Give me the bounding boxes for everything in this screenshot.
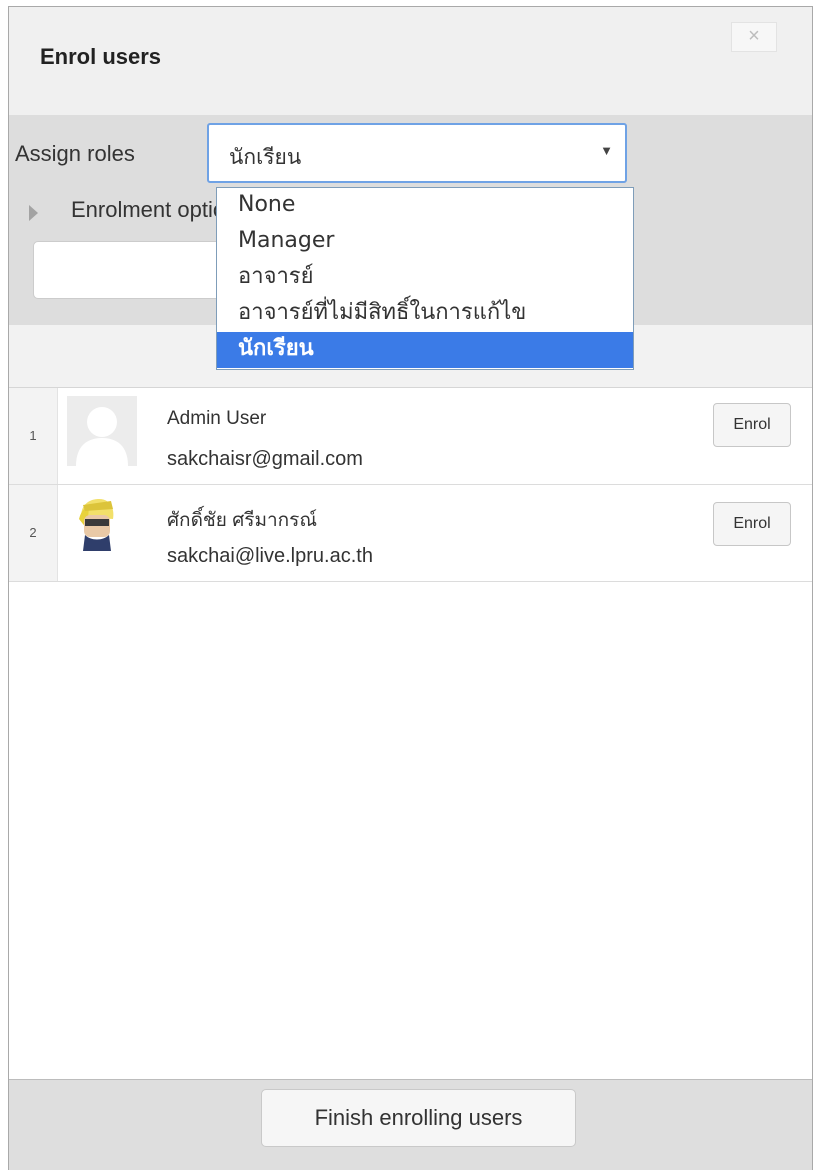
default-user-icon — [67, 396, 137, 466]
close-icon: × — [748, 25, 760, 47]
avatar — [71, 495, 123, 555]
row-number: 1 — [9, 388, 58, 484]
cartoon-avatar-icon — [79, 499, 114, 551]
enrol-button[interactable]: Enrol — [713, 502, 791, 546]
role-option-teacher[interactable]: อาจารย์ — [217, 260, 633, 296]
role-option-student[interactable]: นักเรียน — [217, 332, 633, 368]
role-option-non-editing-teacher[interactable]: อาจารย์ที่ไม่มีสิทธิ์ในการแก้ไข — [217, 296, 633, 332]
user-row: 2 ศักดิ์ชัย ศรีมากรณ์ sakchai@live.lpru.… — [9, 485, 812, 582]
avatar — [67, 396, 137, 466]
role-option-manager[interactable]: Manager — [217, 224, 633, 260]
user-name: ศักดิ์ชัย ศรีมากรณ์ — [167, 510, 318, 531]
assign-roles-label: Assign roles — [15, 141, 135, 166]
dialog-footer: Finish enrolling users — [9, 1079, 812, 1170]
finish-enrolling-button[interactable]: Finish enrolling users — [261, 1089, 576, 1147]
enrol-button[interactable]: Enrol — [713, 403, 791, 447]
user-name: Admin User — [167, 408, 267, 429]
chevron-down-icon: ▼ — [600, 143, 613, 158]
enrol-users-dialog: Enrol users × Assign roles นักเรียน ▼ En… — [8, 6, 813, 1170]
dialog-title: Enrol users — [40, 44, 162, 69]
dialog-header: Enrol users × — [9, 7, 812, 116]
role-option-none[interactable]: None — [217, 188, 633, 224]
assign-roles-select[interactable]: นักเรียน ▼ — [207, 123, 627, 183]
caret-right-icon — [29, 205, 38, 221]
user-email: sakchai@live.lpru.ac.th — [167, 545, 373, 567]
close-button[interactable]: × — [731, 22, 777, 52]
user-row: 1 Admin User sakchaisr@gmail.com Enrol — [9, 388, 812, 485]
assign-roles-selected-value: นักเรียน — [229, 145, 302, 169]
user-email: sakchaisr@gmail.com — [167, 448, 363, 470]
row-number: 2 — [9, 485, 58, 581]
assign-roles-dropdown-list: None Manager อาจารย์ อาจารย์ที่ไม่มีสิทธ… — [216, 187, 634, 370]
